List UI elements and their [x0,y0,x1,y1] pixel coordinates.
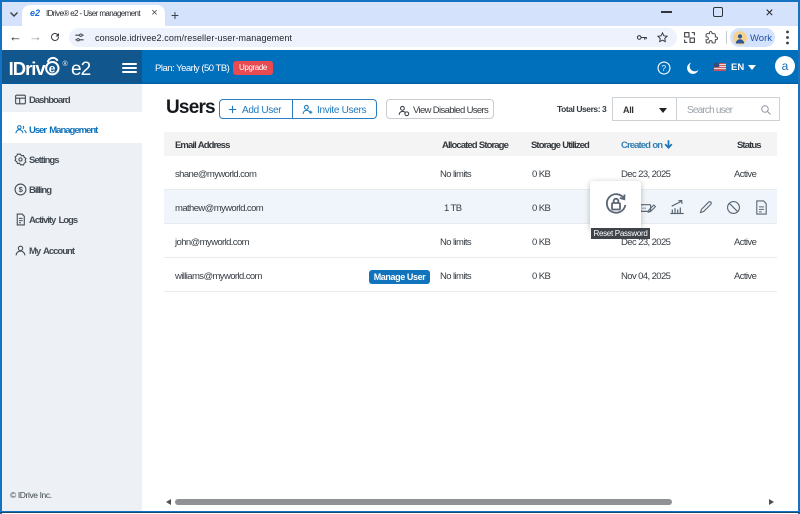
svg-text:$: $ [19,185,24,194]
svg-text:IDriv: IDriv [9,58,47,79]
svg-text:?: ? [662,64,667,73]
svg-text:e: e [49,61,56,75]
svg-text:e2: e2 [71,59,91,80]
svg-text:®: ® [63,60,69,68]
